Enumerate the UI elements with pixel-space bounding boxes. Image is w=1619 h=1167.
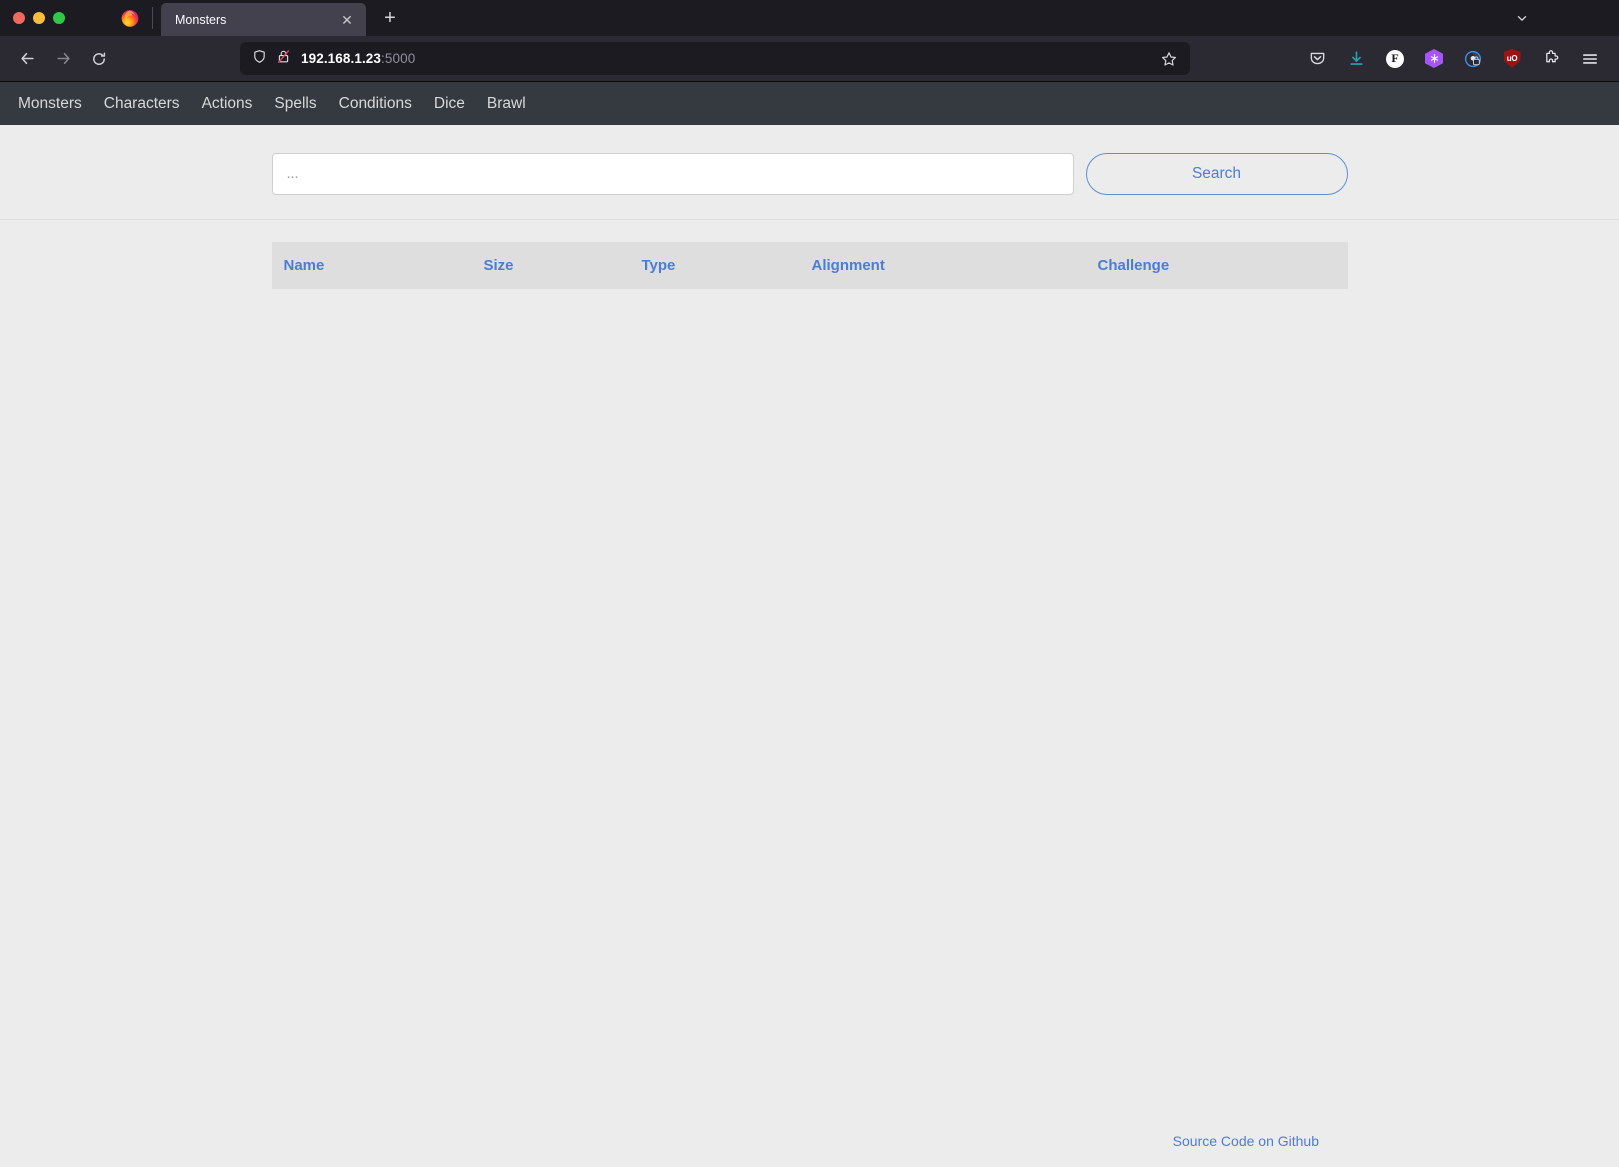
downloads-icon[interactable] [1341, 44, 1371, 74]
extensions-puzzle-icon[interactable] [1536, 44, 1566, 74]
ublock-origin-icon[interactable]: uO [1497, 44, 1527, 74]
nav-item-spells[interactable]: Spells [274, 95, 316, 113]
close-window-button[interactable] [13, 12, 25, 24]
nav-item-characters[interactable]: Characters [104, 95, 180, 113]
forward-button[interactable] [46, 42, 80, 76]
window-controls [0, 12, 65, 24]
sort-link-size[interactable]: Size [484, 257, 514, 274]
firefox-relay-icon[interactable]: F [1380, 44, 1410, 74]
firefox-logo-icon [120, 8, 140, 28]
relay-badge-label: F [1386, 49, 1404, 68]
url-identity-box[interactable] [252, 49, 291, 69]
sort-link-alignment[interactable]: Alignment [812, 257, 885, 274]
column-header-size[interactable]: Size [472, 242, 630, 289]
reload-button[interactable] [82, 42, 116, 76]
browser-toolbar: 192.168.1.23:5000 F uO [0, 36, 1619, 82]
nav-item-conditions[interactable]: Conditions [339, 95, 412, 113]
nav-item-actions[interactable]: Actions [202, 95, 253, 113]
column-header-name[interactable]: Name [272, 242, 472, 289]
source-code-link[interactable]: Source Code on Github [1173, 1133, 1319, 1149]
table-head: Name Size Type Alignment Challenge [271, 242, 1348, 289]
tabstrip-divider [152, 7, 153, 29]
ublock-shield-label: uO [1503, 49, 1521, 68]
column-header-alignment[interactable]: Alignment [800, 242, 1086, 289]
tab-title: Monsters [175, 12, 227, 27]
tab-strip: Monsters ✕ + [0, 0, 1619, 36]
nav-item-monsters[interactable]: Monsters [18, 95, 82, 113]
search-row: Search [271, 153, 1348, 195]
close-tab-icon[interactable]: ✕ [336, 9, 358, 31]
monsters-table-wrapper: Name Size Type Alignment Challenge [271, 242, 1348, 289]
sort-link-challenge[interactable]: Challenge [1098, 257, 1170, 274]
column-header-challenge[interactable]: Challenge [1086, 242, 1348, 289]
site-navigation: Monsters Characters Actions Spells Condi… [0, 82, 1619, 125]
browser-window: Monsters ✕ + 192.168.1.23:5000 F uO Mons… [0, 0, 1619, 1167]
new-tab-button[interactable]: + [376, 4, 404, 32]
bitwarden-hex-shape [1425, 49, 1443, 68]
bitwarden-icon[interactable] [1419, 44, 1449, 74]
maximize-window-button[interactable] [53, 12, 65, 24]
sort-link-type[interactable]: Type [642, 257, 676, 274]
chevron-down-icon[interactable] [1507, 3, 1537, 33]
pocket-icon[interactable] [1302, 44, 1332, 74]
minimize-window-button[interactable] [33, 12, 45, 24]
search-button[interactable]: Search [1085, 153, 1348, 195]
page-content: Monsters Characters Actions Spells Condi… [0, 82, 1619, 1167]
privacy-badger-icon[interactable] [1458, 44, 1488, 74]
sort-link-name[interactable]: Name [284, 257, 325, 274]
lock-crossed-out-icon[interactable] [276, 49, 291, 69]
monsters-table: Name Size Type Alignment Challenge [271, 242, 1348, 289]
table-header-row: Name Size Type Alignment Challenge [271, 242, 1348, 289]
star-icon[interactable] [1156, 46, 1182, 72]
nav-item-dice[interactable]: Dice [434, 95, 465, 113]
page-footer: Source Code on Github [0, 1133, 1619, 1151]
toolbar-icon-group: F uO [1302, 44, 1609, 74]
browser-tab[interactable]: Monsters ✕ [161, 3, 366, 36]
nav-item-brawl[interactable]: Brawl [487, 95, 526, 113]
url-port: :5000 [381, 51, 416, 66]
app-menu-icon[interactable] [1575, 44, 1605, 74]
search-section: Search [0, 125, 1619, 220]
shield-icon[interactable] [252, 49, 267, 69]
url-bar[interactable]: 192.168.1.23:5000 [240, 42, 1190, 75]
search-input[interactable] [271, 153, 1074, 195]
back-button[interactable] [10, 42, 44, 76]
url-text[interactable]: 192.168.1.23:5000 [301, 51, 1156, 66]
column-header-type[interactable]: Type [630, 242, 800, 289]
url-host: 192.168.1.23 [301, 51, 382, 66]
